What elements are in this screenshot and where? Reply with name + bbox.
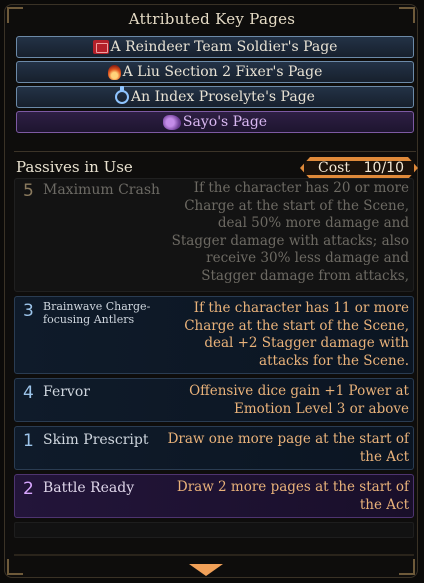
passive-cost: 2 (23, 479, 34, 499)
passive-name: Skim Prescript (43, 432, 149, 448)
passive-description: If the character has 20 or more Charge a… (171, 180, 409, 284)
scroll-down-arrow-icon[interactable] (189, 564, 223, 576)
key-page-label: Sayo's Page (182, 114, 268, 130)
section-divider (14, 151, 416, 152)
passive-brainwave-antlers[interactable]: 3 Brainwave Charge-focusing Antlers If t… (14, 296, 414, 374)
cost-readout: Cost 10/10 (300, 157, 418, 179)
passive-skim-prescript[interactable]: 1 Skim Prescript Draw one more page at t… (14, 426, 414, 470)
reindeer-team-icon (92, 40, 109, 54)
passive-name: Maximum Crash (43, 182, 161, 198)
key-page-liu[interactable]: A Liu Section 2 Fixer's Page (16, 61, 414, 83)
cost-label: Cost (318, 160, 350, 176)
passive-cost: 1 (23, 431, 34, 451)
index-icon (115, 86, 130, 104)
key-page-sayo[interactable]: Sayo's Page (16, 111, 414, 133)
empty-passive-slot[interactable] (14, 522, 414, 538)
passive-name: Battle Ready (43, 480, 135, 496)
cost-value: 10/10 (363, 160, 404, 176)
passive-name: Brainwave Charge-focusing Antlers (43, 300, 151, 326)
key-page-label: A Reindeer Team Soldier's Page (110, 39, 338, 55)
liu-flame-icon (107, 64, 121, 80)
passives-title: Passives in Use (16, 158, 133, 176)
passive-description: Draw one more page at the start of the A… (167, 431, 409, 465)
passive-name: Fervor (43, 384, 90, 400)
key-pages-title: Attributed Key Pages (128, 10, 296, 28)
passive-description: Draw 2 more pages at the start of the Ac… (176, 479, 409, 513)
passive-cost: 5 (23, 181, 34, 201)
passive-maximum-crash[interactable]: 5 Maximum Crash If the character has 20 … (14, 178, 414, 292)
key-page-label: An Index Proselyte's Page (131, 89, 315, 105)
passive-cost: 3 (23, 301, 34, 321)
passive-description: If the character has 11 or more Charge a… (184, 300, 409, 369)
passive-description: Offensive dice gain +1 Power at Emotion … (189, 383, 409, 417)
key-page-reindeer[interactable]: A Reindeer Team Soldier's Page (16, 36, 414, 58)
key-page-label: A Liu Section 2 Fixer's Page (122, 64, 323, 80)
bottom-divider (14, 554, 414, 556)
passive-cost: 4 (23, 383, 34, 403)
frame-corner (7, 559, 23, 575)
sayo-icon (162, 114, 181, 130)
frame-corner (399, 559, 415, 575)
key-page-index[interactable]: An Index Proselyte's Page (16, 86, 414, 108)
passive-battle-ready[interactable]: 2 Battle Ready Draw 2 more pages at the … (14, 474, 414, 518)
passive-fervor[interactable]: 4 Fervor Offensive dice gain +1 Power at… (14, 378, 414, 422)
